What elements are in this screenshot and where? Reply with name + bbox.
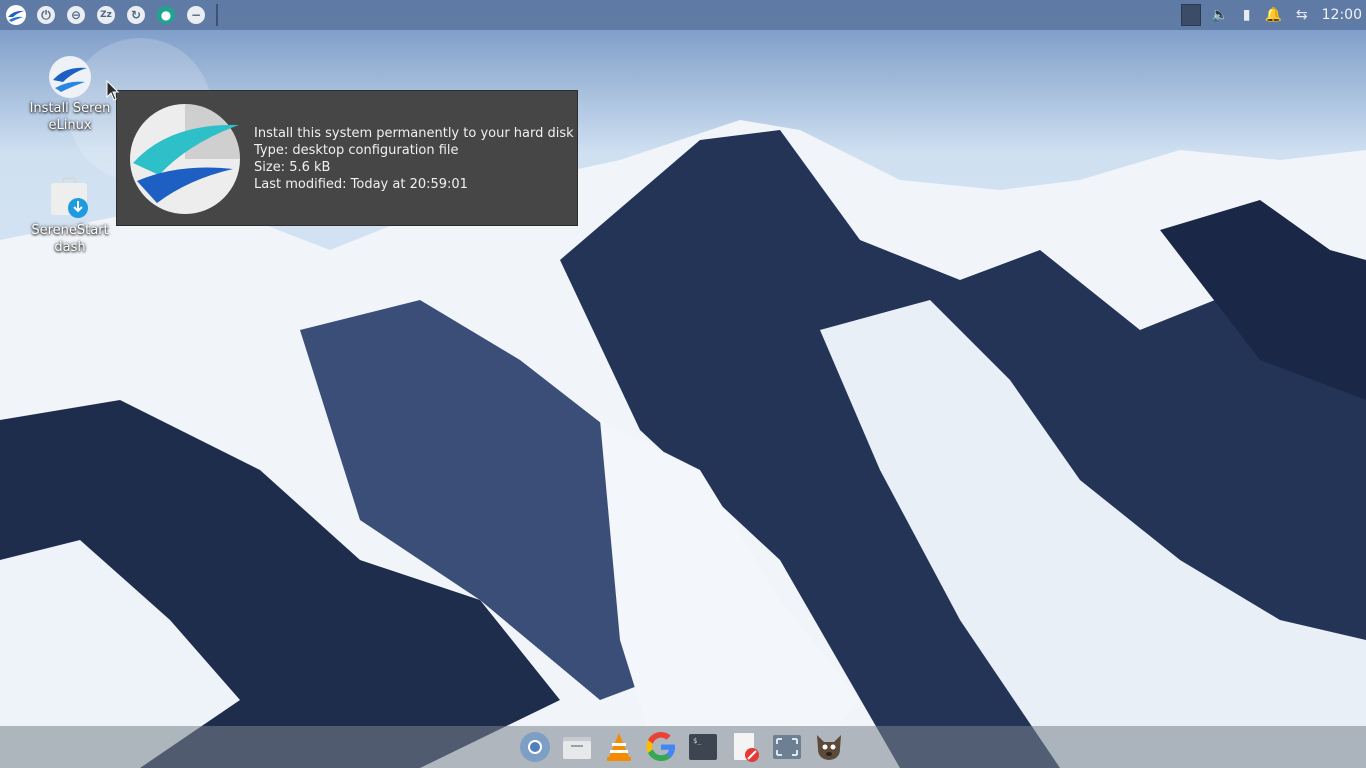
- svg-text:$_: $_: [693, 737, 702, 745]
- google-icon[interactable]: [644, 730, 678, 764]
- startdash-briefcase-icon: [47, 176, 93, 222]
- desktop-icon-serenestartdash[interactable]: SereneStartdash: [28, 176, 112, 256]
- notification-bell-icon[interactable]: 🔔: [1264, 7, 1281, 23]
- suspend-icon[interactable]: Zz: [94, 3, 118, 27]
- power-icon[interactable]: ⏻: [34, 3, 58, 27]
- serene-installer-icon: [47, 54, 93, 100]
- desktop-icon-label: SereneStartdash: [31, 223, 109, 255]
- serene-logo-icon[interactable]: [4, 3, 28, 27]
- system-tray: 🔈 ▮ 🔔 ⇆ 12:00: [1181, 0, 1366, 30]
- logout-icon[interactable]: −: [184, 3, 208, 27]
- tooltip-text: Install this system permanently to your …: [254, 125, 574, 193]
- panel-separator: [216, 4, 218, 26]
- tooltip-size: Size: 5.6 kB: [254, 160, 331, 175]
- tooltip-type: Type: desktop configuration file: [254, 143, 459, 158]
- screenshot-icon[interactable]: [770, 730, 804, 764]
- tooltip-description: Install this system permanently to your …: [254, 126, 574, 141]
- clock[interactable]: 12:00: [1322, 7, 1362, 23]
- mouse-cursor-icon: [106, 80, 120, 101]
- lock-icon[interactable]: ⊖: [64, 3, 88, 27]
- terminal-icon[interactable]: $_: [686, 730, 720, 764]
- tooltip-modified: Last modified: Today at 20:59:01: [254, 177, 468, 192]
- gimp-icon[interactable]: [812, 730, 846, 764]
- chromium-icon[interactable]: [518, 730, 552, 764]
- battery-icon[interactable]: ▮: [1243, 7, 1251, 23]
- serene-installer-icon: [129, 103, 241, 215]
- vlc-icon[interactable]: [602, 730, 636, 764]
- network-icon[interactable]: ⇆: [1296, 7, 1308, 23]
- file-manager-icon[interactable]: [560, 730, 594, 764]
- user-icon[interactable]: ●: [154, 3, 178, 27]
- text-editor-icon[interactable]: [728, 730, 762, 764]
- dock: $_: [0, 726, 1366, 768]
- top-panel: ⏻ ⊖ Zz ↻ ● − 🔈 ▮ 🔔 ⇆ 12:00: [0, 0, 1366, 30]
- desktop-icon-install-serenelinux[interactable]: Install SereneLinux: [28, 54, 112, 134]
- file-info-tooltip: Install this system permanently to your …: [116, 90, 578, 226]
- restart-icon[interactable]: ↻: [124, 3, 148, 27]
- desktop-icon-label: Install SereneLinux: [29, 101, 111, 133]
- workspace-switcher[interactable]: [1181, 4, 1202, 26]
- volume-icon[interactable]: 🔈: [1211, 7, 1228, 23]
